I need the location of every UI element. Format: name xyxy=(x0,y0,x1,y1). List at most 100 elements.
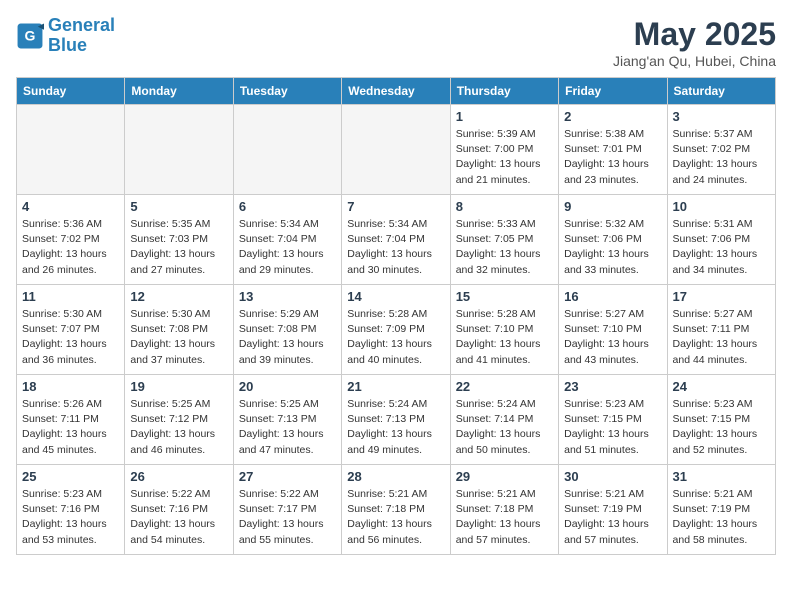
calendar-cell: 20 Sunrise: 5:25 AM Sunset: 7:13 PM Dayli… xyxy=(233,375,341,465)
calendar-cell xyxy=(17,105,125,195)
day-number: 10 xyxy=(673,199,770,214)
day-number: 26 xyxy=(130,469,227,484)
day-info: Sunrise: 5:38 AM Sunset: 7:01 PM Dayligh… xyxy=(564,127,661,188)
day-number: 8 xyxy=(456,199,553,214)
day-info: Sunrise: 5:25 AM Sunset: 7:12 PM Dayligh… xyxy=(130,397,227,458)
day-info: Sunrise: 5:23 AM Sunset: 7:15 PM Dayligh… xyxy=(564,397,661,458)
day-number: 17 xyxy=(673,289,770,304)
day-info: Sunrise: 5:32 AM Sunset: 7:06 PM Dayligh… xyxy=(564,217,661,278)
day-info: Sunrise: 5:24 AM Sunset: 7:13 PM Dayligh… xyxy=(347,397,444,458)
calendar-week-row: 25Sunrise: 5:23 AM Sunset: 7:16 PM Dayli… xyxy=(17,465,776,555)
day-info: Sunrise: 5:28 AM Sunset: 7:09 PM Dayligh… xyxy=(347,307,444,368)
calendar-cell: 16Sunrise: 5:27 AM Sunset: 7:10 PM Dayli… xyxy=(559,285,667,375)
calendar-cell: 31Sunrise: 5:21 AM Sunset: 7:19 PM Dayli… xyxy=(667,465,775,555)
day-number: 6 xyxy=(239,199,336,214)
calendar-cell: 15 Sunrise: 5:28 AM Sunset: 7:10 PM Dayli… xyxy=(450,285,558,375)
title-block: May 2025 Jiang'an Qu, Hubei, China xyxy=(613,16,776,69)
calendar-cell xyxy=(125,105,233,195)
day-info: Sunrise: 5:25 AM Sunset: 7:13 PM Dayligh… xyxy=(239,397,336,458)
day-info: Sunrise: 5:35 AM Sunset: 7:03 PM Dayligh… xyxy=(130,217,227,278)
calendar-week-row: 18Sunrise: 5:26 AM Sunset: 7:11 PM Dayli… xyxy=(17,375,776,465)
day-info: Sunrise: 5:22 AM Sunset: 7:16 PM Dayligh… xyxy=(130,487,227,548)
calendar-cell: 12Sunrise: 5:30 AM Sunset: 7:08 PM Dayli… xyxy=(125,285,233,375)
day-number: 30 xyxy=(564,469,661,484)
calendar-week-row: 11 Sunrise: 5:30 AM Sunset: 7:07 PM Dayli… xyxy=(17,285,776,375)
day-number: 11 xyxy=(22,289,119,304)
day-info: Sunrise: 5:34 AM Sunset: 7:04 PM Dayligh… xyxy=(347,217,444,278)
calendar-cell: 2 Sunrise: 5:38 AM Sunset: 7:01 PM Daylig… xyxy=(559,105,667,195)
day-number: 22 xyxy=(456,379,553,394)
day-number: 13 xyxy=(239,289,336,304)
day-info: Sunrise: 5:21 AM Sunset: 7:19 PM Dayligh… xyxy=(564,487,661,548)
month-title: May 2025 xyxy=(613,16,776,53)
day-number: 24 xyxy=(673,379,770,394)
day-info: Sunrise: 5:22 AM Sunset: 7:17 PM Dayligh… xyxy=(239,487,336,548)
calendar-cell: 13 Sunrise: 5:29 AM Sunset: 7:08 PM Dayli… xyxy=(233,285,341,375)
day-info: Sunrise: 5:27 AM Sunset: 7:11 PM Dayligh… xyxy=(673,307,770,368)
weekday-header: Thursday xyxy=(450,78,558,105)
day-info: Sunrise: 5:24 AM Sunset: 7:14 PM Dayligh… xyxy=(456,397,553,458)
day-number: 15 xyxy=(456,289,553,304)
day-number: 20 xyxy=(239,379,336,394)
day-info: Sunrise: 5:37 AM Sunset: 7:02 PM Dayligh… xyxy=(673,127,770,188)
calendar-cell: 27 Sunrise: 5:22 AM Sunset: 7:17 PM Dayli… xyxy=(233,465,341,555)
calendar-cell: 9 Sunrise: 5:32 AM Sunset: 7:06 PM Daylig… xyxy=(559,195,667,285)
calendar-cell: 29 Sunrise: 5:21 AM Sunset: 7:18 PM Dayli… xyxy=(450,465,558,555)
logo-icon: G xyxy=(16,22,44,50)
day-number: 9 xyxy=(564,199,661,214)
day-number: 28 xyxy=(347,469,444,484)
day-number: 5 xyxy=(130,199,227,214)
day-info: Sunrise: 5:27 AM Sunset: 7:10 PM Dayligh… xyxy=(564,307,661,368)
calendar-week-row: 1Sunrise: 5:39 AM Sunset: 7:00 PM Daylig… xyxy=(17,105,776,195)
calendar-cell: 21 Sunrise: 5:24 AM Sunset: 7:13 PM Dayli… xyxy=(342,375,450,465)
weekday-header: Friday xyxy=(559,78,667,105)
location: Jiang'an Qu, Hubei, China xyxy=(613,53,776,69)
day-info: Sunrise: 5:23 AM Sunset: 7:15 PM Dayligh… xyxy=(673,397,770,458)
calendar-cell: 5 Sunrise: 5:35 AM Sunset: 7:03 PM Daylig… xyxy=(125,195,233,285)
weekday-header: Monday xyxy=(125,78,233,105)
weekday-header: Wednesday xyxy=(342,78,450,105)
day-number: 23 xyxy=(564,379,661,394)
day-number: 14 xyxy=(347,289,444,304)
calendar-cell: 14 Sunrise: 5:28 AM Sunset: 7:09 PM Dayli… xyxy=(342,285,450,375)
logo: G General Blue xyxy=(16,16,115,56)
day-info: Sunrise: 5:31 AM Sunset: 7:06 PM Dayligh… xyxy=(673,217,770,278)
day-info: Sunrise: 5:21 AM Sunset: 7:18 PM Dayligh… xyxy=(456,487,553,548)
calendar-cell: 8 Sunrise: 5:33 AM Sunset: 7:05 PM Daylig… xyxy=(450,195,558,285)
calendar-cell: 23 Sunrise: 5:23 AM Sunset: 7:15 PM Dayli… xyxy=(559,375,667,465)
calendar-cell: 4Sunrise: 5:36 AM Sunset: 7:02 PM Daylig… xyxy=(17,195,125,285)
day-info: Sunrise: 5:39 AM Sunset: 7:00 PM Dayligh… xyxy=(456,127,553,188)
calendar-cell: 30 Sunrise: 5:21 AM Sunset: 7:19 PM Dayli… xyxy=(559,465,667,555)
day-number: 29 xyxy=(456,469,553,484)
calendar-cell xyxy=(342,105,450,195)
day-number: 19 xyxy=(130,379,227,394)
calendar-cell xyxy=(233,105,341,195)
calendar-body: 1Sunrise: 5:39 AM Sunset: 7:00 PM Daylig… xyxy=(17,105,776,555)
day-number: 31 xyxy=(673,469,770,484)
day-info: Sunrise: 5:26 AM Sunset: 7:11 PM Dayligh… xyxy=(22,397,119,458)
day-info: Sunrise: 5:21 AM Sunset: 7:18 PM Dayligh… xyxy=(347,487,444,548)
calendar-cell: 19 Sunrise: 5:25 AM Sunset: 7:12 PM Dayli… xyxy=(125,375,233,465)
day-info: Sunrise: 5:34 AM Sunset: 7:04 PM Dayligh… xyxy=(239,217,336,278)
calendar-cell: 10 Sunrise: 5:31 AM Sunset: 7:06 PM Dayli… xyxy=(667,195,775,285)
day-info: Sunrise: 5:33 AM Sunset: 7:05 PM Dayligh… xyxy=(456,217,553,278)
day-info: Sunrise: 5:29 AM Sunset: 7:08 PM Dayligh… xyxy=(239,307,336,368)
calendar-cell: 6 Sunrise: 5:34 AM Sunset: 7:04 PM Daylig… xyxy=(233,195,341,285)
day-info: Sunrise: 5:28 AM Sunset: 7:10 PM Dayligh… xyxy=(456,307,553,368)
calendar-cell: 11 Sunrise: 5:30 AM Sunset: 7:07 PM Dayli… xyxy=(17,285,125,375)
day-number: 27 xyxy=(239,469,336,484)
svg-text:G: G xyxy=(25,27,36,43)
logo-text: General Blue xyxy=(48,16,115,56)
weekday-header: Saturday xyxy=(667,78,775,105)
weekday-header: Sunday xyxy=(17,78,125,105)
day-number: 2 xyxy=(564,109,661,124)
calendar-table: SundayMondayTuesdayWednesdayThursdayFrid… xyxy=(16,77,776,555)
day-number: 7 xyxy=(347,199,444,214)
calendar-cell: 1Sunrise: 5:39 AM Sunset: 7:00 PM Daylig… xyxy=(450,105,558,195)
day-info: Sunrise: 5:30 AM Sunset: 7:07 PM Dayligh… xyxy=(22,307,119,368)
day-info: Sunrise: 5:36 AM Sunset: 7:02 PM Dayligh… xyxy=(22,217,119,278)
day-number: 12 xyxy=(130,289,227,304)
calendar-cell: 25Sunrise: 5:23 AM Sunset: 7:16 PM Dayli… xyxy=(17,465,125,555)
calendar-cell: 3Sunrise: 5:37 AM Sunset: 7:02 PM Daylig… xyxy=(667,105,775,195)
day-number: 21 xyxy=(347,379,444,394)
